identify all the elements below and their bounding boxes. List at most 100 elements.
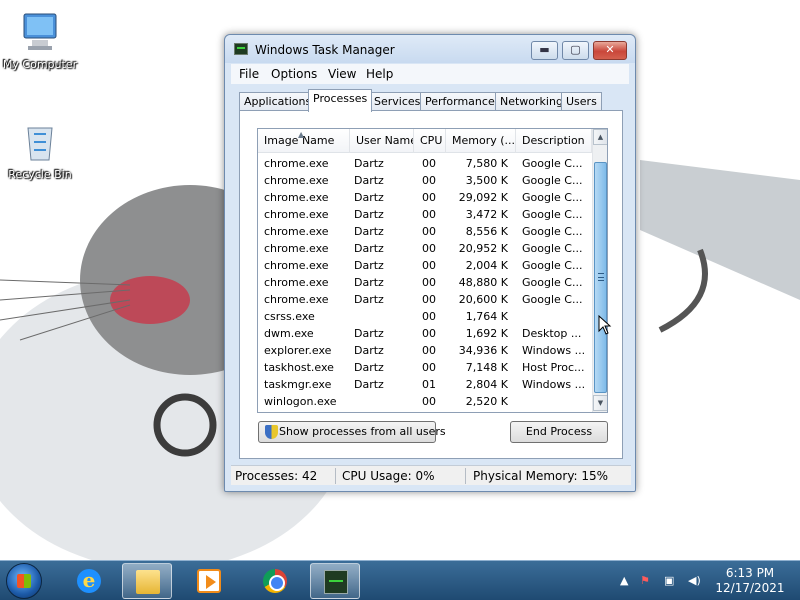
- end-process-button[interactable]: End Process: [510, 421, 608, 443]
- start-button[interactable]: [6, 563, 42, 599]
- show-all-users-button[interactable]: Show processes from all users: [258, 421, 446, 443]
- taskbar-internet-explorer[interactable]: e: [64, 563, 114, 599]
- menu-help[interactable]: Help: [366, 67, 393, 81]
- cell-description: Google C...: [522, 208, 583, 221]
- clock-date: 12/17/2021: [715, 581, 785, 595]
- action-center-icon[interactable]: ⚑: [640, 574, 650, 587]
- cell-cpu: 00: [422, 395, 436, 408]
- column-memory[interactable]: Memory (...: [446, 129, 516, 153]
- tab-users[interactable]: Users: [561, 92, 602, 111]
- scroll-up-icon[interactable]: ▲: [593, 129, 607, 145]
- cell-description: [522, 308, 588, 325]
- cell-description: Windows ...: [522, 378, 586, 391]
- column-cpu[interactable]: CPU: [414, 129, 446, 153]
- cell-image-name: chrome.exe: [264, 174, 329, 187]
- cell-user-name: Dartz: [354, 361, 384, 374]
- clock-time: 6:13 PM: [725, 566, 775, 580]
- status-divider: [465, 468, 466, 484]
- table-row[interactable]: winlogon.exe 00 2,520 K: [258, 393, 592, 410]
- title-bar[interactable]: Windows Task Manager ▬ ▢ ✕: [225, 35, 635, 63]
- cell-memory: 3,500 K: [465, 174, 508, 187]
- table-row[interactable]: taskhost.exe Dartz 00 7,148 K Host Proc...: [258, 359, 592, 376]
- table-row[interactable]: chrome.exe Dartz 00 20,600 K Google C...: [258, 291, 592, 308]
- table-row[interactable]: csrss.exe 00 1,764 K: [258, 308, 592, 325]
- table-row[interactable]: explorer.exe Dartz 00 34,936 K Windows ...: [258, 342, 592, 359]
- tab-processes[interactable]: Processes: [308, 89, 373, 112]
- cell-image-name: taskhost.exe: [264, 361, 334, 374]
- taskbar-task-manager[interactable]: [310, 563, 360, 599]
- taskbar-media-player[interactable]: [184, 563, 234, 599]
- cell-user-name: [354, 393, 416, 410]
- menu-options[interactable]: Options: [271, 67, 317, 81]
- table-row[interactable]: dwm.exe Dartz 00 1,692 K Desktop ...: [258, 325, 592, 342]
- desktop-icon-recycle-bin[interactable]: Recycle Bin: [0, 120, 80, 181]
- mouse-cursor-icon: [598, 315, 612, 335]
- cell-cpu: 00: [422, 242, 436, 255]
- cell-memory: 1,692 K: [465, 327, 508, 340]
- scroll-down-icon[interactable]: ▼: [593, 395, 607, 411]
- table-row[interactable]: chrome.exe Dartz 00 3,472 K Google C...: [258, 206, 592, 223]
- cell-cpu: 00: [422, 157, 436, 170]
- taskbar-explorer[interactable]: [122, 563, 172, 599]
- table-row[interactable]: chrome.exe Dartz 00 8,556 K Google C...: [258, 223, 592, 240]
- cell-description: Host Proc...: [522, 361, 585, 374]
- cell-memory: 20,600 K: [458, 293, 508, 306]
- cell-description: Desktop ...: [522, 327, 582, 340]
- maximize-button[interactable]: ▢: [562, 41, 589, 60]
- volume-icon[interactable]: ◀): [688, 574, 701, 587]
- cell-image-name: taskmgr.exe: [264, 378, 332, 391]
- clock[interactable]: 6:13 PM 12/17/2021: [712, 566, 788, 596]
- chrome-icon: [263, 569, 287, 593]
- cell-description: Google C...: [522, 293, 583, 306]
- cell-cpu: 00: [422, 259, 436, 272]
- table-row[interactable]: chrome.exe Dartz 00 29,092 K Google C...: [258, 189, 592, 206]
- desktop-icon-my-computer[interactable]: My Computer: [0, 10, 80, 71]
- menu-view[interactable]: View: [328, 67, 356, 81]
- taskbar-chrome[interactable]: [250, 563, 300, 599]
- cell-cpu: 00: [422, 344, 436, 357]
- desktop-icon-label: My Computer: [2, 58, 78, 71]
- column-user-name[interactable]: User Name: [350, 129, 414, 153]
- recycle-bin-icon: [18, 120, 62, 164]
- tab-networking[interactable]: Networking: [495, 92, 568, 111]
- cell-user-name: Dartz: [354, 242, 384, 255]
- cell-cpu: 00: [422, 293, 436, 306]
- table-row[interactable]: chrome.exe Dartz 00 2,004 K Google C...: [258, 257, 592, 274]
- cell-image-name: chrome.exe: [264, 191, 329, 204]
- cell-description: Windows ...: [522, 344, 586, 357]
- menu-file[interactable]: File: [239, 67, 259, 81]
- minimize-button[interactable]: ▬: [531, 41, 558, 60]
- tab-applications[interactable]: Applications: [239, 92, 317, 111]
- table-row[interactable]: chrome.exe Dartz 00 48,880 K Google C...: [258, 274, 592, 291]
- table-row[interactable]: chrome.exe Dartz 00 3,500 K Google C...: [258, 172, 592, 189]
- menu-bar: File Options View Help: [231, 64, 629, 84]
- internet-explorer-icon: e: [77, 569, 101, 593]
- tab-services[interactable]: Services: [369, 92, 426, 111]
- cell-image-name: chrome.exe: [264, 208, 329, 221]
- table-row[interactable]: chrome.exe Dartz 00 20,952 K Google C...: [258, 240, 592, 257]
- process-list[interactable]: ▲ Image Name User Name CPU Memory (... D…: [257, 128, 608, 413]
- table-row[interactable]: chrome.exe Dartz 00 7,580 K Google C...: [258, 155, 592, 172]
- cell-image-name: winlogon.exe: [264, 395, 337, 408]
- scroll-thumb[interactable]: [594, 162, 607, 393]
- vertical-scrollbar[interactable]: ▲ ▼: [592, 129, 607, 412]
- cell-description: Google C...: [522, 191, 583, 204]
- task-manager-icon: [324, 570, 348, 594]
- task-manager-icon: [234, 43, 248, 55]
- processes-panel: ▲ Image Name User Name CPU Memory (... D…: [239, 110, 623, 459]
- close-button[interactable]: ✕: [593, 41, 627, 60]
- show-hidden-icons-icon[interactable]: ▲: [620, 574, 628, 587]
- table-row[interactable]: taskmgr.exe Dartz 01 2,804 K Windows ...: [258, 376, 592, 393]
- network-icon[interactable]: ▣: [664, 574, 674, 587]
- status-memory: Physical Memory: 15%: [473, 469, 609, 483]
- grip-icon: [598, 273, 604, 281]
- cell-memory: 20,952 K: [458, 242, 508, 255]
- column-description[interactable]: Description: [516, 129, 592, 153]
- column-image-name[interactable]: ▲ Image Name: [258, 129, 350, 153]
- process-list-header: ▲ Image Name User Name CPU Memory (... D…: [258, 129, 592, 153]
- cell-image-name: dwm.exe: [264, 327, 314, 340]
- taskbar: e ▲ ⚑ ▣ ◀) 6:13 PM 12/17/2021: [0, 560, 800, 600]
- cell-cpu: 00: [422, 276, 436, 289]
- tab-performance[interactable]: Performance: [420, 92, 500, 111]
- cell-user-name: Dartz: [354, 293, 384, 306]
